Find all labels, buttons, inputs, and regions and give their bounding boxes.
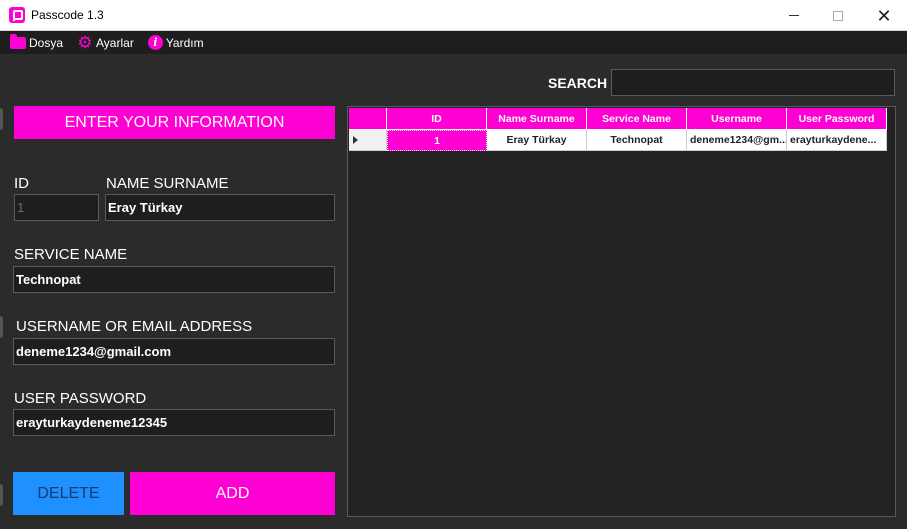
menu-item-ayarlar[interactable]: ⚙ Ayarlar <box>77 32 134 52</box>
window-title: Passcode 1.3 <box>31 8 104 22</box>
username-email-field[interactable]: deneme1234@gmail.com <box>13 338 335 365</box>
folder-icon <box>10 33 26 49</box>
maximize-button[interactable] <box>815 0 861 31</box>
edge-decoration <box>0 484 3 506</box>
row-pointer-icon <box>353 136 358 144</box>
row-header-corner[interactable] <box>349 108 387 130</box>
service-name-label: SERVICE NAME <box>14 246 128 263</box>
password-grid[interactable]: ID Name Surname Service Name Username Us… <box>347 106 896 517</box>
maximize-icon <box>833 10 843 21</box>
add-button[interactable]: ADD <box>130 472 335 515</box>
username-email-label: USERNAME OR EMAIL ADDRESS <box>16 318 253 335</box>
menu-item-yardim[interactable]: i Yardım <box>147 35 204 50</box>
info-icon: i <box>147 35 163 50</box>
edge-decoration <box>0 316 3 338</box>
close-icon: ✕ <box>876 5 892 26</box>
grid-header-row: ID Name Surname Service Name Username Us… <box>349 108 887 130</box>
row-selector[interactable] <box>349 130 387 151</box>
delete-button[interactable]: DELETE <box>13 472 124 515</box>
column-header-service-name[interactable]: Service Name <box>587 108 687 130</box>
app-logo-icon <box>9 7 25 23</box>
column-header-user-password[interactable]: User Password <box>787 108 887 130</box>
menu-bar: Dosya ⚙ Ayarlar i Yardım <box>0 31 907 54</box>
column-header-id[interactable]: ID <box>387 108 487 130</box>
edge-decoration <box>0 108 3 130</box>
table-cell[interactable]: deneme1234@gm... <box>687 130 787 151</box>
user-password-label: USER PASSWORD <box>14 390 147 407</box>
id-field: 1 <box>14 194 99 221</box>
menu-item-label: Dosya <box>29 35 64 50</box>
title-bar: Passcode 1.3 ✕ <box>0 0 907 31</box>
name-surname-field[interactable]: Eray Türkay <box>105 194 335 221</box>
menu-item-label: Ayarlar <box>96 35 134 50</box>
column-header-name-surname[interactable]: Name Surname <box>487 108 587 130</box>
table-cell[interactable]: 1 <box>387 130 487 151</box>
table-cell[interactable]: Eray Türkay <box>487 130 587 151</box>
enter-information-banner: ENTER YOUR INFORMATION <box>14 106 335 139</box>
table-row[interactable]: 1 Eray Türkay Technopat deneme1234@gm...… <box>349 130 887 151</box>
minimize-button[interactable] <box>771 0 817 31</box>
menu-item-dosya[interactable]: Dosya <box>10 33 64 50</box>
gear-icon: ⚙ <box>77 32 93 52</box>
user-password-field[interactable]: erayturkaydeneme12345 <box>13 409 335 436</box>
service-name-field[interactable]: Technopat <box>13 266 335 293</box>
close-button[interactable]: ✕ <box>861 0 907 31</box>
id-label: ID <box>14 175 29 192</box>
column-header-username[interactable]: Username <box>687 108 787 130</box>
search-input[interactable] <box>611 69 895 96</box>
search-label: SEARCH <box>548 75 608 91</box>
table-cell[interactable]: Technopat <box>587 130 687 151</box>
table-cell[interactable]: erayturkaydene... <box>787 130 887 151</box>
name-surname-label: NAME SURNAME <box>106 175 229 192</box>
menu-item-label: Yardım <box>165 35 204 50</box>
minimize-icon <box>789 15 799 16</box>
